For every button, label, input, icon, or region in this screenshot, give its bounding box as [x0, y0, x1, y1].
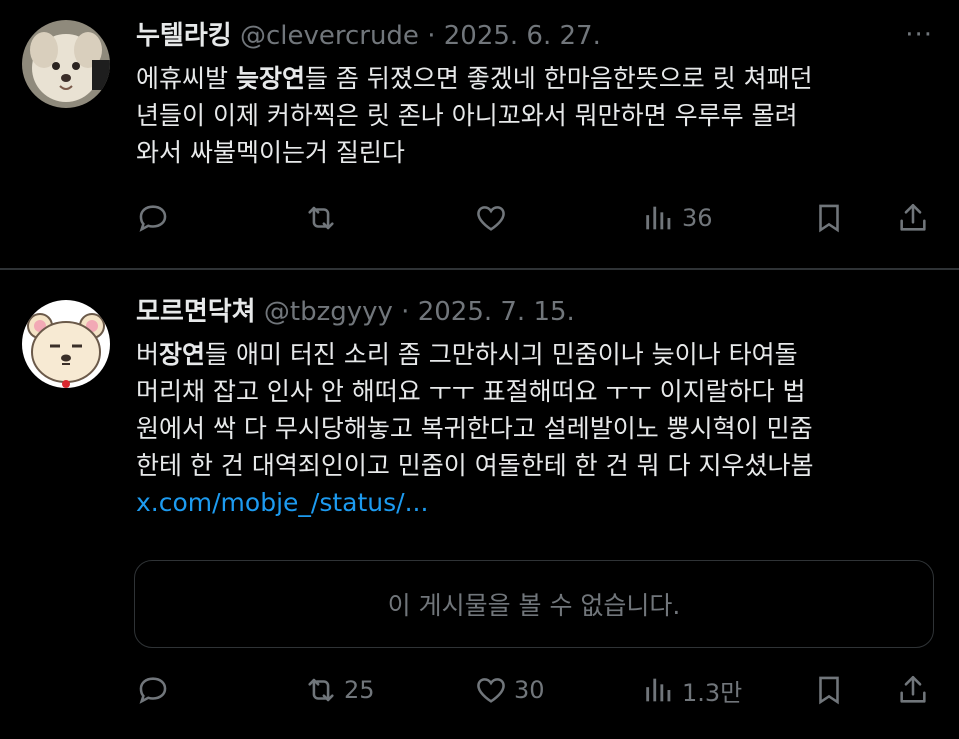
reply-button[interactable] [136, 198, 170, 238]
tweet-header: 모르면닥쳐 @tbzgyyy · 2025. 7. 15. [136, 296, 575, 328]
tweet-link[interactable]: x.com/mobje_/status/... [136, 484, 936, 521]
text-line: 에휴씨발 늦장연들 좀 뒤졌으면 좋겠네 한마음한뜻으로 릿 쳐패던 [136, 64, 813, 93]
retweet-button[interactable]: 25 [304, 670, 375, 710]
bookmark-icon [819, 676, 839, 705]
separator-dot: · [427, 21, 444, 51]
unavailable-message: 이 게시물을 볼 수 없습니다. [387, 591, 681, 620]
handle[interactable]: @tbzgyyy [264, 297, 393, 327]
post-date[interactable]: 2025. 6. 27. [444, 21, 601, 51]
tweet-text: 버장연들 애미 터진 소리 좀 그만하시긔 민줌이나 늦이나 타여돌 머리채 잡… [136, 336, 936, 521]
share-icon [900, 203, 926, 231]
reply-icon [139, 677, 167, 704]
avatar-bear[interactable] [22, 300, 110, 388]
share-button[interactable] [896, 198, 930, 238]
like-button[interactable]: 30 [474, 670, 545, 710]
heart-icon [477, 678, 505, 703]
avatar-dog[interactable] [22, 20, 110, 108]
tweet-1[interactable]: 누텔라킹 @clevercrude · 2025. 6. 27. ··· 에휴씨… [0, 0, 959, 268]
display-name[interactable]: 누텔라킹 [136, 21, 232, 51]
views-button[interactable]: 36 [642, 198, 713, 238]
text-line: 년들이 이제 커하찍은 릿 존나 아니꼬와서 뭐만하면 우루루 몰려 [136, 101, 798, 130]
bookmark-button[interactable] [812, 670, 846, 710]
reply-button[interactable] [136, 670, 170, 710]
post-date[interactable]: 2025. 7. 15. [418, 297, 575, 327]
reply-icon [139, 205, 167, 232]
views-icon [646, 206, 671, 230]
text-line: 한테 한 건 대역죄인이고 민줌이 여돌한테 한 건 뭐 다 지우셨나봄 [136, 451, 814, 480]
like-button[interactable] [474, 198, 508, 238]
bookmark-icon [819, 204, 839, 233]
text-line: 와서 싸불멕이는거 질린다 [136, 138, 405, 167]
retweet-count: 25 [344, 676, 375, 704]
views-count: 36 [682, 204, 713, 232]
share-button[interactable] [896, 670, 930, 710]
retweet-button[interactable] [304, 198, 338, 238]
more-options-icon[interactable]: ··· [905, 20, 933, 50]
handle[interactable]: @clevercrude [240, 21, 419, 51]
action-bar: 25 30 1.3만 [136, 670, 936, 710]
action-bar: 36 [136, 198, 936, 238]
like-count: 30 [514, 676, 545, 704]
text-line: 버장연들 애미 터진 소리 좀 그만하시긔 민줌이나 늦이나 타여돌 [136, 340, 798, 369]
views-count: 1.3만 [682, 678, 743, 707]
share-icon [900, 675, 926, 703]
text-line: 원에서 싹 다 무시당해놓고 복귀한다고 설레발이노 뿡시혁이 민줌 [136, 414, 813, 443]
tweet-text: 에휴씨발 늦장연들 좀 뒤졌으면 좋겠네 한마음한뜻으로 릿 쳐패던 년들이 이… [136, 60, 936, 171]
unavailable-quote-card: 이 게시물을 볼 수 없습니다. [134, 560, 934, 648]
display-name[interactable]: 모르면닥쳐 [136, 297, 256, 327]
tweet-2[interactable]: 모르면닥쳐 @tbzgyyy · 2025. 7. 15. 버장연들 애미 터진… [0, 270, 959, 739]
views-icon [646, 678, 671, 702]
heart-icon [477, 206, 505, 231]
text-line: 머리채 잡고 인사 안 해떠요 ㅜㅜ 표절해떠요 ㅜㅜ 이지랄하다 법 [136, 377, 806, 406]
retweet-icon [308, 678, 334, 702]
retweet-icon [308, 206, 334, 230]
views-button[interactable]: 1.3만 [642, 670, 742, 710]
bookmark-button[interactable] [812, 198, 846, 238]
separator-dot: · [401, 297, 418, 327]
tweet-header: 누텔라킹 @clevercrude · 2025. 6. 27. [136, 20, 601, 52]
